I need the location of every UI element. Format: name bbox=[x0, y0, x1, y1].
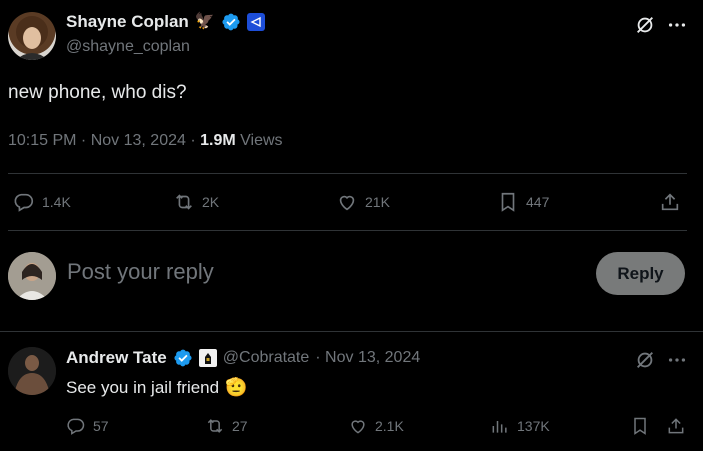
reply-reply-count: 57 bbox=[93, 418, 109, 434]
reply-count: 1.4K bbox=[42, 194, 71, 210]
reply-repost-action[interactable]: 27 bbox=[205, 416, 248, 436]
reply-views-count: 137K bbox=[517, 418, 550, 434]
views-label: Views bbox=[235, 132, 283, 149]
reply-author-handle[interactable]: @Cobratate bbox=[223, 349, 310, 367]
reply-icon bbox=[67, 418, 85, 435]
author-avatar-image bbox=[16, 16, 48, 60]
author-handle[interactable]: @shayne_coplan bbox=[66, 38, 190, 56]
reply-author-name[interactable]: Andrew Tate bbox=[66, 348, 167, 368]
post-text: new phone, who dis? bbox=[8, 82, 187, 103]
repost-icon bbox=[176, 194, 192, 210]
verified-badge-icon[interactable] bbox=[173, 348, 193, 368]
reply-text: See you in jail friend bbox=[66, 377, 220, 397]
grok-icon[interactable] bbox=[634, 14, 656, 36]
eagle-emoji-icon: 🦅 bbox=[194, 13, 215, 30]
more-icon[interactable] bbox=[666, 349, 688, 371]
repost-action[interactable]: 2K bbox=[173, 191, 219, 213]
divider bbox=[8, 173, 687, 174]
bookmark-action[interactable]: 447 bbox=[497, 191, 549, 213]
repost-icon bbox=[207, 419, 223, 433]
reply-action[interactable]: 1.4K bbox=[13, 191, 71, 213]
author-avatar[interactable] bbox=[8, 12, 56, 60]
reply-icon bbox=[14, 193, 34, 212]
bookmark-icon[interactable] bbox=[630, 416, 650, 436]
reply-author-avatar[interactable] bbox=[8, 347, 56, 395]
more-icon[interactable] bbox=[666, 14, 688, 36]
reply-button[interactable]: Reply bbox=[596, 252, 685, 295]
like-count: 21K bbox=[365, 194, 390, 210]
author-name[interactable]: Shayne Coplan bbox=[66, 12, 189, 32]
reply-views-action[interactable]: 137K bbox=[490, 416, 550, 436]
share-icon[interactable] bbox=[666, 416, 686, 436]
divider bbox=[8, 230, 687, 231]
bookmark-icon bbox=[501, 192, 515, 212]
affiliate-badge-icon[interactable] bbox=[246, 13, 265, 31]
like-action[interactable]: 21K bbox=[336, 191, 390, 213]
current-user-avatar-image bbox=[8, 252, 56, 300]
post-timestamp[interactable]: 10:15 PM · Nov 13, 2024 · bbox=[8, 132, 200, 149]
post-meta: 10:15 PM · Nov 13, 2024 · 1.9M Views bbox=[8, 132, 283, 150]
repost-count: 2K bbox=[202, 194, 220, 210]
divider bbox=[0, 331, 703, 332]
reply-like-count: 2.1K bbox=[375, 418, 404, 434]
saluting-face-emoji-icon: 🫡 bbox=[225, 377, 248, 397]
views-count: 1.9M bbox=[200, 132, 236, 149]
affiliate-badge-icon[interactable] bbox=[198, 349, 217, 367]
verified-badge-icon[interactable] bbox=[221, 12, 241, 32]
reply-reply-action[interactable]: 57 bbox=[66, 416, 109, 436]
reply-repost-count: 27 bbox=[232, 418, 248, 434]
reply-like-action[interactable]: 2.1K bbox=[348, 416, 404, 436]
like-icon bbox=[351, 420, 365, 434]
reply-date[interactable]: · Nov 13, 2024 bbox=[315, 349, 420, 367]
share-icon[interactable] bbox=[659, 191, 681, 213]
current-user-avatar[interactable] bbox=[8, 252, 56, 300]
reply-input[interactable]: Post your reply bbox=[67, 259, 214, 285]
views-icon bbox=[492, 421, 507, 433]
grok-icon[interactable] bbox=[634, 349, 656, 371]
bookmark-count: 447 bbox=[526, 194, 550, 210]
like-icon bbox=[339, 195, 355, 211]
reply-author-avatar-image bbox=[8, 347, 56, 395]
